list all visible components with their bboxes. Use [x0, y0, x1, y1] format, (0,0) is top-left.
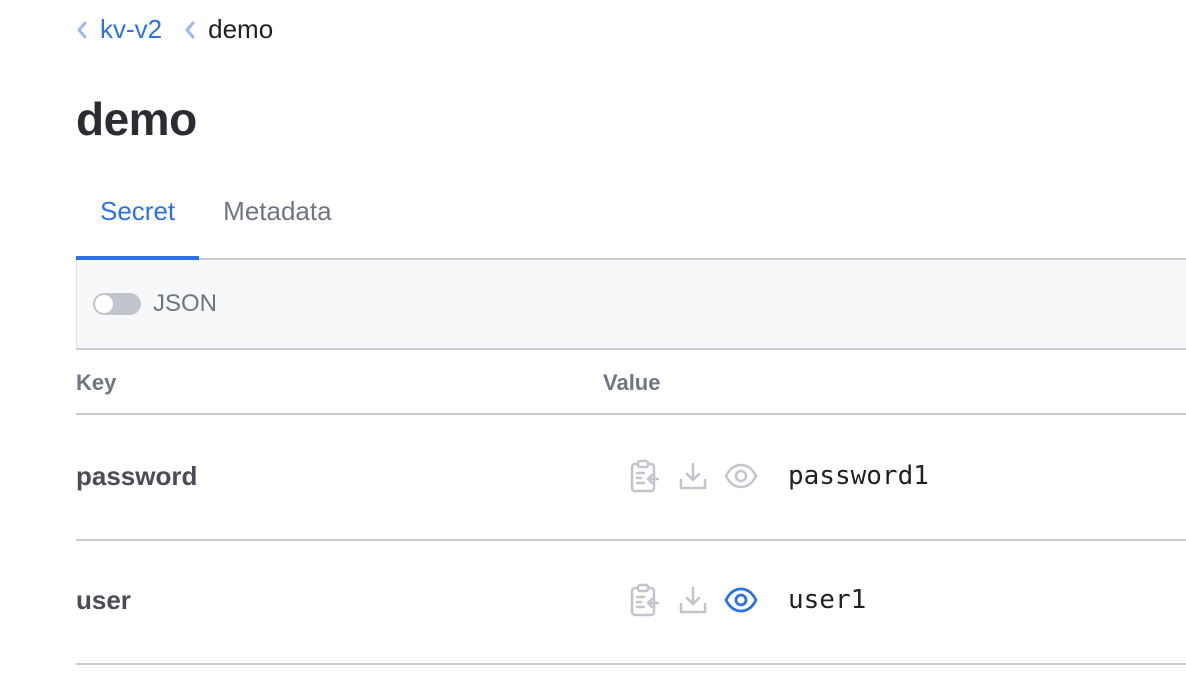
breadcrumb-item-parent[interactable]: kv-v2: [76, 14, 162, 45]
row-key: password: [76, 461, 198, 491]
eye-icon: [724, 463, 758, 489]
tab-metadata[interactable]: Metadata: [199, 178, 355, 258]
breadcrumb-item-current: demo: [184, 14, 273, 45]
chevron-left-icon: [185, 21, 195, 38]
toggle-knob: [95, 295, 113, 313]
row-value[interactable]: password1: [788, 461, 929, 491]
download-icon: [679, 462, 707, 490]
tab-secret[interactable]: Secret: [76, 178, 200, 260]
clipboard-icon: [630, 459, 660, 493]
download-button[interactable]: [676, 583, 710, 617]
column-header-value: Value: [603, 370, 661, 395]
breadcrumb: kv-v2 demo: [76, 14, 273, 45]
table-row: password password1: [76, 415, 1186, 541]
column-header-key: Key: [76, 370, 117, 395]
row-value[interactable]: user1: [788, 585, 866, 615]
download-icon: [679, 586, 707, 614]
copy-button[interactable]: [628, 459, 662, 493]
table-row: user user1: [76, 539, 1186, 665]
tab-bar: Secret Metadata: [76, 178, 1186, 260]
eye-icon: [724, 587, 758, 613]
download-button[interactable]: [676, 459, 710, 493]
row-key: user: [76, 585, 131, 615]
chevron-left-icon: [77, 21, 87, 38]
json-toggle-label: JSON: [153, 290, 218, 317]
secret-toolbar: JSON: [76, 260, 1186, 350]
row-actions: [628, 583, 772, 617]
copy-button[interactable]: [628, 583, 662, 617]
clipboard-icon: [630, 583, 660, 617]
page-title: demo: [76, 93, 197, 145]
reveal-button[interactable]: [724, 583, 758, 617]
breadcrumb-link-kv-v2[interactable]: kv-v2: [100, 14, 162, 45]
breadcrumb-current: demo: [208, 14, 274, 44]
row-actions: [628, 459, 772, 493]
reveal-button[interactable]: [724, 459, 758, 493]
json-toggle[interactable]: [93, 293, 141, 315]
